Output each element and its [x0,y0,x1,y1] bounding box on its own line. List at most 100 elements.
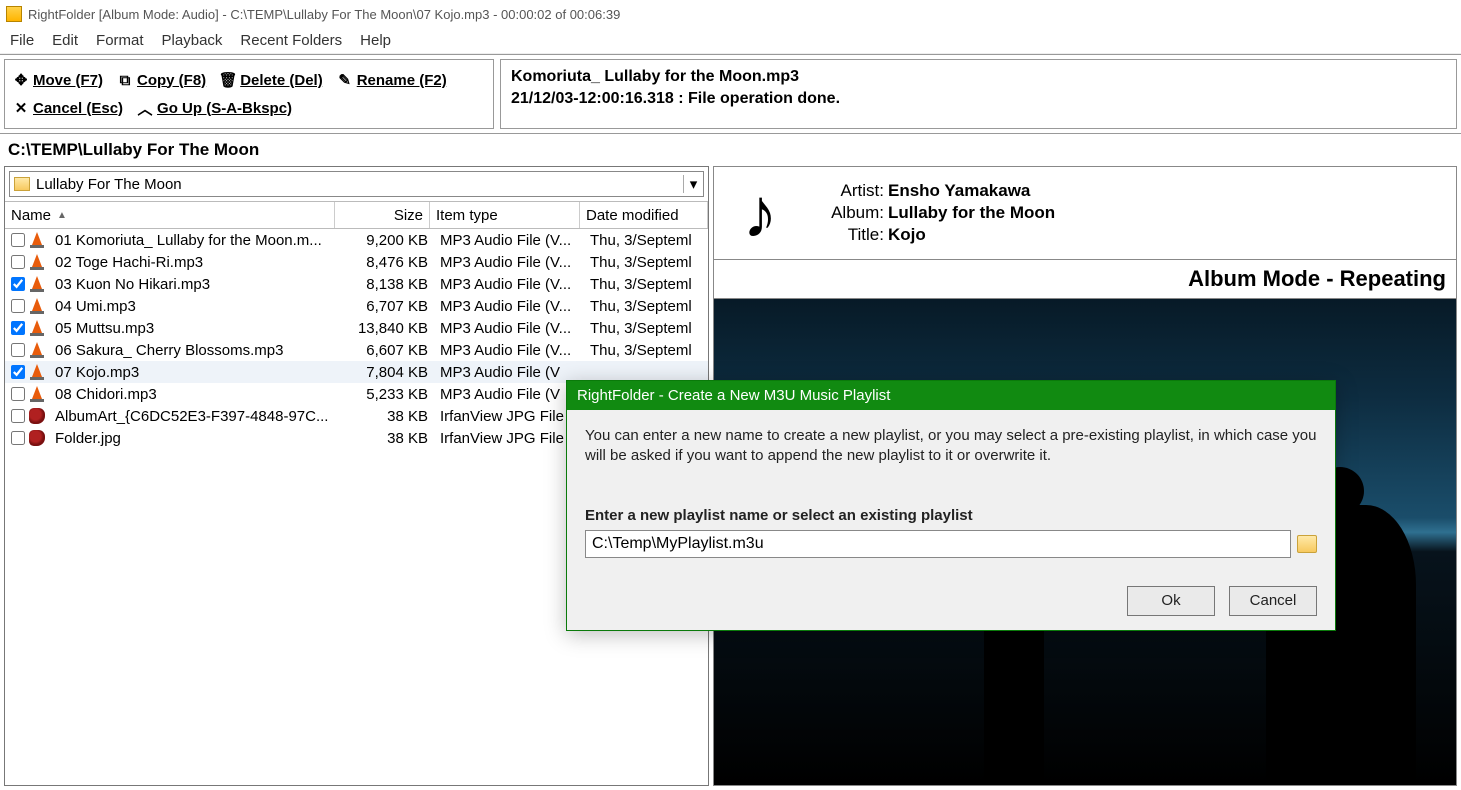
log-line-1: Komoriuta_ Lullaby for the Moon.mp3 [511,66,1446,88]
close-icon: ✕ [13,100,29,116]
folder-name: Lullaby For The Moon [36,176,182,193]
row-checkbox[interactable] [11,233,25,247]
row-checkbox[interactable] [11,321,25,335]
playlist-path-input[interactable] [585,530,1291,558]
cancel-dialog-button[interactable]: Cancel [1229,586,1317,616]
browse-folder-icon[interactable] [1297,535,1317,553]
file-date: Thu, 3/Septeml [584,320,708,337]
file-name: 01 Komoriuta_ Lullaby for the Moon.m... [49,232,339,249]
play-mode: Album Mode - Repeating [713,260,1457,299]
trash-icon: 🗑 [220,72,236,88]
file-type: MP3 Audio File (V... [434,254,584,271]
dialog-title: RightFolder - Create a New M3U Music Pla… [567,381,1335,410]
audio-file-icon [29,320,45,336]
file-type: MP3 Audio File (V... [434,320,584,337]
dialog-label: Enter a new playlist name or select an e… [585,507,1317,524]
menu-help[interactable]: Help [360,32,391,49]
copy-icon: ⧉ [117,72,133,88]
row-checkbox[interactable] [11,277,25,291]
rename-button[interactable]: ✎ Rename (F2) [337,72,447,89]
file-type: MP3 Audio File (V... [434,298,584,315]
folder-dropdown[interactable]: Lullaby For The Moon ▾ [9,171,704,197]
metadata-box: ♪ Artist:Ensho Yamakawa Album:Lullaby fo… [713,166,1457,260]
cancel-button[interactable]: ✕ Cancel (Esc) [13,100,123,117]
delete-button[interactable]: 🗑 Delete (Del) [220,72,323,89]
audio-file-icon [29,386,45,402]
audio-file-icon [29,298,45,314]
artist-value: Ensho Yamakawa [888,181,1030,201]
menu-recent-folders[interactable]: Recent Folders [240,32,342,49]
file-size: 5,233 KB [339,386,434,403]
audio-file-icon [29,364,45,380]
file-date: Thu, 3/Septeml [584,276,708,293]
col-name[interactable]: Name▲ [5,202,335,228]
menu-playback[interactable]: Playback [162,32,223,49]
menu-file[interactable]: File [10,32,34,49]
file-name: 02 Toge Hachi-Ri.mp3 [49,254,339,271]
file-name: AlbumArt_{C6DC52E3-F397-4848-97C... [49,408,339,425]
image-file-icon [29,430,45,446]
file-type: MP3 Audio File (V [434,364,584,381]
table-row[interactable]: 06 Sakura_ Cherry Blossoms.mp36,607 KBMP… [5,339,708,361]
file-type: IrfanView JPG File [434,408,584,425]
file-date: Thu, 3/Septeml [584,254,708,271]
table-row[interactable]: 04 Umi.mp36,707 KBMP3 Audio File (V...Th… [5,295,708,317]
row-checkbox[interactable] [11,343,25,357]
audio-file-icon [29,232,45,248]
audio-file-icon [29,276,45,292]
artist-label: Artist: [816,181,884,201]
file-type: MP3 Audio File (V... [434,232,584,249]
file-size: 13,840 KB [339,320,434,337]
col-type[interactable]: Item type [430,202,580,228]
table-row[interactable]: 02 Toge Hachi-Ri.mp38,476 KBMP3 Audio Fi… [5,251,708,273]
music-note-icon: ♪ [720,173,800,253]
audio-file-icon [29,254,45,270]
file-type: MP3 Audio File (V... [434,342,584,359]
file-name: 03 Kuon No Hikari.mp3 [49,276,339,293]
audio-file-icon [29,342,45,358]
file-name: 07 Kojo.mp3 [49,364,339,381]
row-checkbox[interactable] [11,431,25,445]
app-icon [6,6,22,22]
file-size: 8,476 KB [339,254,434,271]
table-row[interactable]: 03 Kuon No Hikari.mp38,138 KBMP3 Audio F… [5,273,708,295]
file-size: 38 KB [339,408,434,425]
move-icon: ✥ [13,72,29,88]
log-line-2: 21/12/03-12:00:16.318 : File operation d… [511,88,1446,110]
col-size[interactable]: Size [335,202,430,228]
row-checkbox[interactable] [11,299,25,313]
file-name: 08 Chidori.mp3 [49,386,339,403]
file-date: Thu, 3/Septeml [584,342,708,359]
file-type: MP3 Audio File (V [434,386,584,403]
copy-button[interactable]: ⧉ Copy (F8) [117,72,206,89]
file-name: 05 Muttsu.mp3 [49,320,339,337]
chevron-up-icon: ︿ [137,100,153,116]
ok-button[interactable]: Ok [1127,586,1215,616]
file-size: 7,804 KB [339,364,434,381]
row-checkbox[interactable] [11,409,25,423]
image-file-icon [29,408,45,424]
file-date: Thu, 3/Septeml [584,232,708,249]
row-checkbox[interactable] [11,387,25,401]
file-date: Thu, 3/Septeml [584,298,708,315]
window-titlebar: RightFolder [Album Mode: Audio] - C:\TEM… [0,0,1461,28]
table-row[interactable]: 05 Muttsu.mp313,840 KBMP3 Audio File (V.… [5,317,708,339]
move-button[interactable]: ✥ Move (F7) [13,72,103,89]
chevron-down-icon[interactable]: ▾ [683,175,699,193]
menu-edit[interactable]: Edit [52,32,78,49]
row-checkbox[interactable] [11,255,25,269]
file-name: 06 Sakura_ Cherry Blossoms.mp3 [49,342,339,359]
pencil-icon: ✎ [337,72,353,88]
toolbar: ✥ Move (F7) ⧉ Copy (F8) 🗑 Delete (Del) ✎… [4,59,494,129]
dialog-text: You can enter a new name to create a new… [585,426,1317,467]
row-checkbox[interactable] [11,365,25,379]
file-size: 8,138 KB [339,276,434,293]
create-playlist-dialog: RightFolder - Create a New M3U Music Pla… [566,380,1336,631]
go-up-button[interactable]: ︿ Go Up (S-A-Bkspc) [137,100,292,117]
menu-format[interactable]: Format [96,32,144,49]
file-size: 38 KB [339,430,434,447]
file-size: 9,200 KB [339,232,434,249]
file-name: Folder.jpg [49,430,339,447]
table-row[interactable]: 01 Komoriuta_ Lullaby for the Moon.m...9… [5,229,708,251]
col-date[interactable]: Date modified [580,202,708,228]
